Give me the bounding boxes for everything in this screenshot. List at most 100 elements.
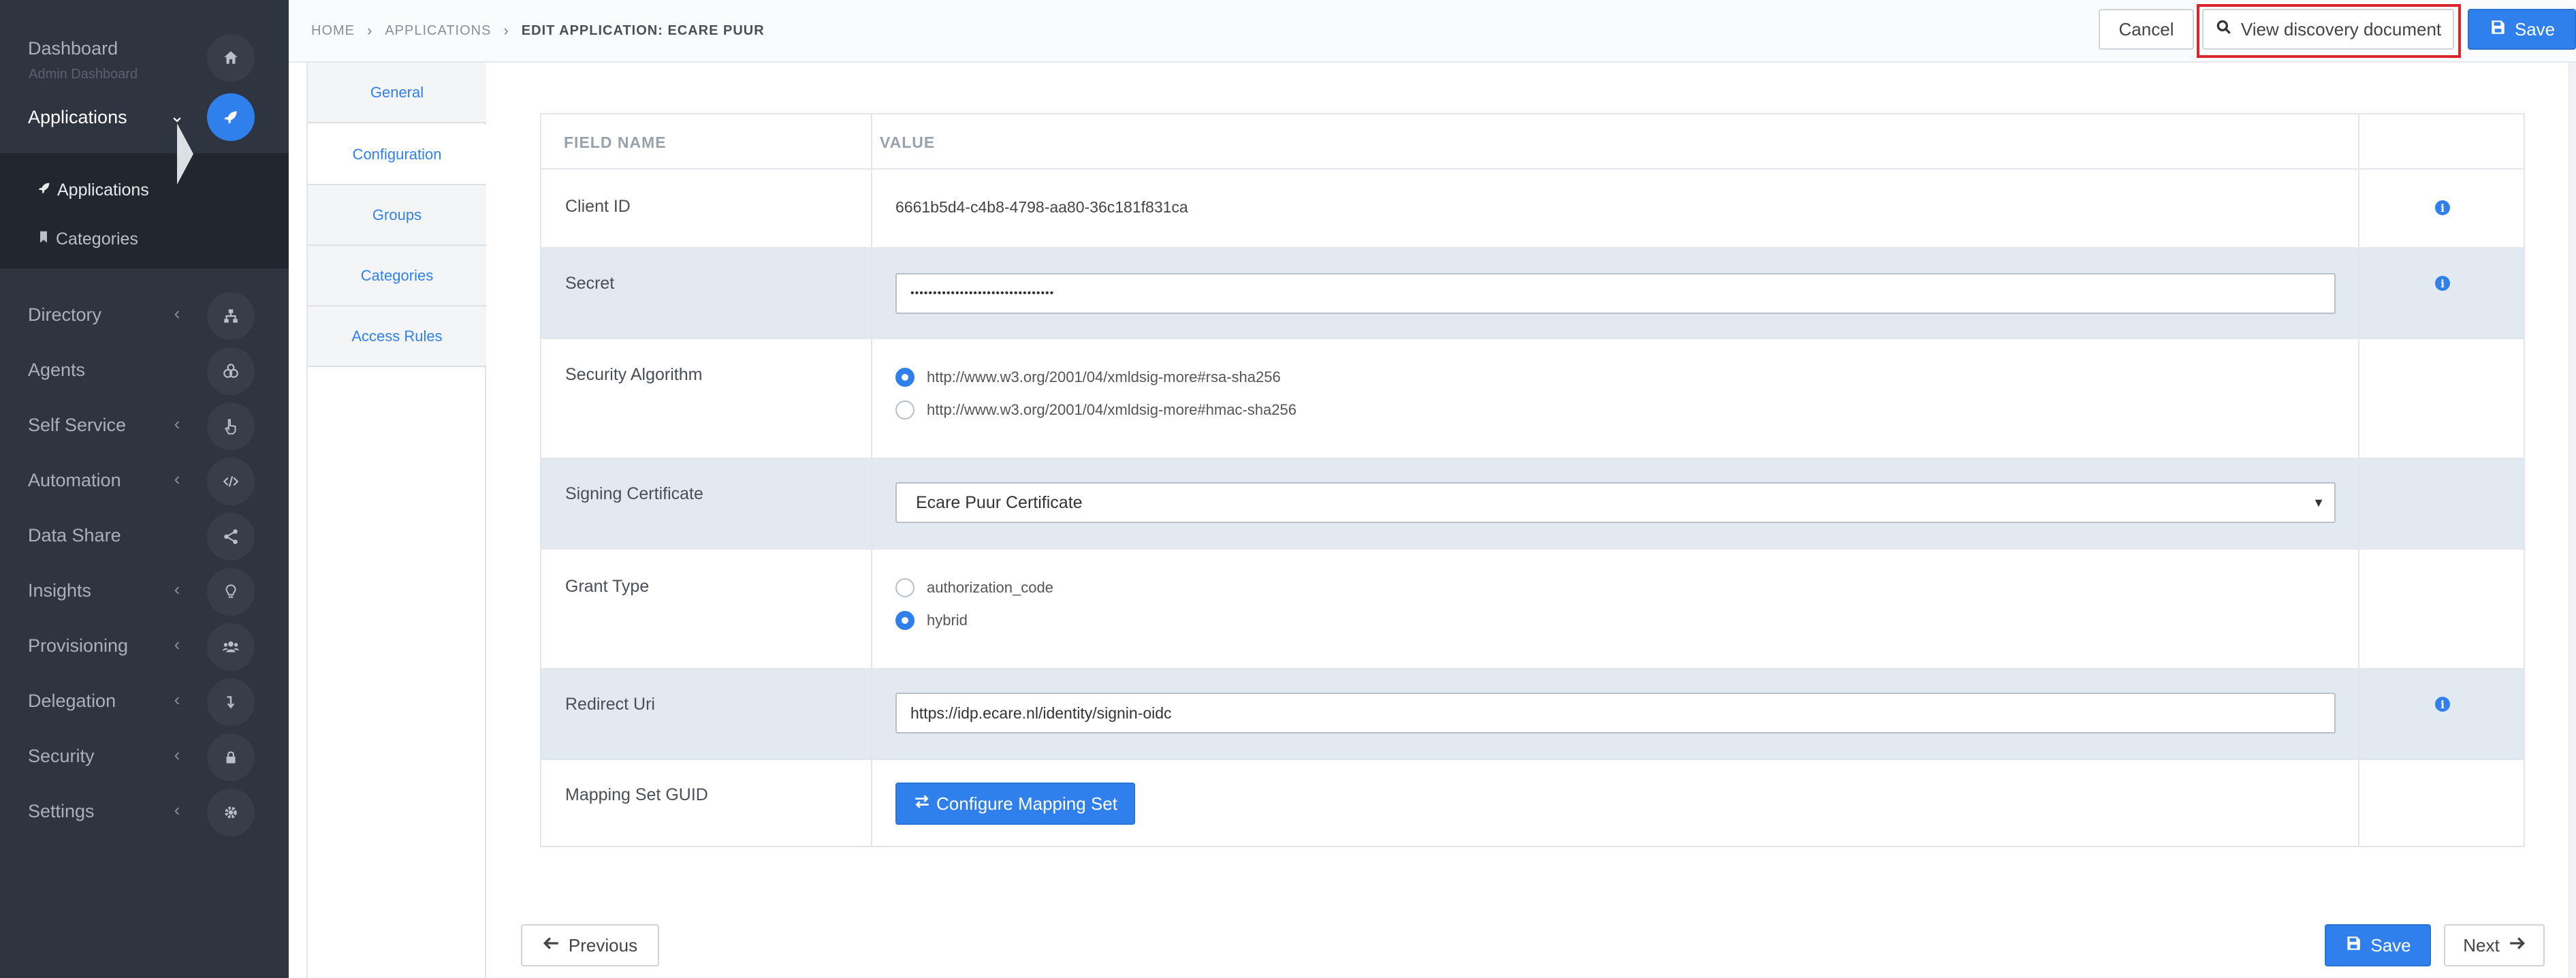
configure-mapping-set-button[interactable]: Configure Mapping Set: [895, 783, 1135, 825]
radio-button[interactable]: [895, 400, 915, 420]
field-name-mapping-set-guid: Mapping Set GUID: [565, 785, 708, 804]
chevron-left-icon: ‹: [174, 413, 180, 434]
save-icon: [2489, 18, 2507, 41]
tab-label: Configuration: [352, 145, 442, 163]
arrow-right-icon: [2508, 934, 2526, 957]
chevron-left-icon: ‹: [174, 303, 180, 324]
sidebar-item-security[interactable]: Security ‹: [0, 734, 289, 781]
submenu-item-label: Categories: [56, 230, 138, 249]
users-icon: [207, 623, 255, 671]
chevron-right-icon: ›: [503, 22, 509, 39]
view-discovery-document-button[interactable]: View discovery document: [2202, 9, 2454, 50]
tab-groups[interactable]: Groups: [308, 185, 486, 246]
breadcrumb-applications[interactable]: APPLICATIONS: [385, 23, 491, 39]
tab-categories[interactable]: Categories: [308, 246, 486, 306]
sidebar-item-label: Applications: [28, 107, 127, 127]
chevron-left-icon: ‹: [174, 579, 180, 599]
table-row-mapping-set: Mapping Set GUID Configure Mapping Set: [541, 760, 2524, 846]
table-header-row: FIELD NAME VALUE: [541, 114, 2524, 170]
chevron-left-icon: ‹: [174, 744, 180, 765]
sidebar-item-self-service[interactable]: Self Service ‹: [0, 403, 289, 450]
sidebar-item-delegation[interactable]: Delegation ‹: [0, 678, 289, 726]
radio-option-hmac-sha256[interactable]: http://www.w3.org/2001/04/xmldsig-more#h…: [895, 400, 1297, 420]
scrollbar-track[interactable]: [2569, 63, 2576, 978]
arrow-left-icon: [543, 934, 560, 957]
sidebar-item-dashboard[interactable]: Dashboard Admin Dashboard: [0, 34, 289, 82]
sidebar-item-label: Dashboard: [28, 38, 118, 59]
column-header-field-name: FIELD NAME: [564, 133, 667, 151]
table-row-client-id: Client ID 6661b5d4-c4b8-4798-aa80-36c181…: [541, 170, 2524, 249]
breadcrumb-home[interactable]: HOME: [311, 23, 355, 39]
secret-input-value: ••••••••••••••••••••••••••••••••: [910, 287, 1055, 299]
submenu-item-label: Applications: [57, 180, 149, 200]
field-name-security-algorithm: Security Algorithm: [565, 365, 703, 384]
tab-configuration[interactable]: Configuration: [308, 125, 486, 185]
info-icon[interactable]: i: [2435, 697, 2450, 712]
sidebar-item-data-share[interactable]: Data Share: [0, 513, 289, 561]
info-icon[interactable]: i: [2435, 276, 2450, 291]
column-divider: [871, 114, 872, 846]
sidebar-submenu: Applications Categories: [0, 153, 289, 268]
radio-label: http://www.w3.org/2001/04/xmldsig-more#h…: [927, 401, 1297, 418]
field-name-redirect-uri: Redirect Uri: [565, 695, 655, 714]
breadcrumb: HOME › APPLICATIONS › EDIT APPLICATION: …: [311, 22, 765, 40]
sidebar-item-label: Delegation: [28, 691, 116, 711]
tab-label: Categories: [360, 266, 434, 284]
breadcrumb-current: EDIT APPLICATION: ECARE PUUR: [521, 22, 765, 38]
save-button-label: Save: [2514, 18, 2556, 40]
tab-label: Groups: [372, 206, 422, 223]
sidebar-item-insights[interactable]: Insights ‹: [0, 568, 289, 616]
radio-button-checked[interactable]: [895, 611, 915, 630]
sidebar-item-provisioning[interactable]: Provisioning ‹: [0, 623, 289, 671]
radio-option-authorization-code[interactable]: authorization_code: [895, 578, 1053, 597]
radio-option-hybrid[interactable]: hybrid: [895, 611, 968, 630]
configure-mapping-set-label: Configure Mapping Set: [936, 793, 1117, 814]
footer-save-button[interactable]: Save: [2325, 924, 2431, 966]
caret-down-icon: ▼: [2312, 496, 2325, 509]
sidebar-item-directory[interactable]: Directory ‹: [0, 292, 289, 340]
sidebar-item-agents[interactable]: Agents: [0, 347, 289, 395]
sidebar-item-applications[interactable]: Applications ⌄: [0, 93, 289, 141]
sidebar-item-settings[interactable]: Settings ‹: [0, 789, 289, 836]
radio-button[interactable]: [895, 578, 915, 597]
lightbulb-icon: [207, 568, 255, 616]
table-row-signing-certificate: Signing Certificate Ecare Puur Certifica…: [541, 459, 2524, 550]
level-down-icon: [207, 678, 255, 726]
radio-option-rsa-sha256[interactable]: http://www.w3.org/2001/04/xmldsig-more#r…: [895, 368, 1281, 387]
field-name-secret: Secret: [565, 274, 615, 293]
hand-pointer-icon: [207, 403, 255, 450]
active-tab-pointer-inner: [485, 126, 500, 185]
exchange-icon: [913, 793, 931, 815]
tab-label: General: [370, 83, 424, 101]
view-discovery-document-label: View discovery document: [2240, 18, 2442, 40]
save-button[interactable]: Save: [2468, 9, 2576, 50]
next-button[interactable]: Next: [2444, 924, 2545, 966]
sidebar-item-sublabel: Admin Dashboard: [29, 67, 138, 82]
bookmark-icon: [37, 230, 50, 249]
next-button-label: Next: [2463, 934, 2500, 956]
sidebar: Dashboard Admin Dashboard Applications ⌄…: [0, 0, 289, 978]
rocket-icon: [207, 93, 255, 141]
client-id-value: 6661b5d4-c4b8-4798-aa80-36c181f831ca: [895, 198, 1188, 216]
previous-button[interactable]: Previous: [521, 924, 659, 966]
sidebar-item-label: Automation: [28, 470, 121, 490]
secret-input[interactable]: ••••••••••••••••••••••••••••••••: [895, 273, 2336, 314]
tab-general[interactable]: General: [308, 63, 486, 123]
sidebar-item-automation[interactable]: Automation ‹: [0, 458, 289, 505]
chevron-left-icon: ‹: [174, 469, 180, 489]
signing-certificate-select[interactable]: Ecare Puur Certificate ▼: [895, 482, 2336, 523]
cancel-button[interactable]: Cancel: [2099, 9, 2194, 50]
chevron-left-icon: ‹: [174, 634, 180, 654]
table-row-redirect-uri: Redirect Uri https://idp.ecare.nl/identi…: [541, 669, 2524, 760]
rocket-icon: [37, 180, 52, 200]
submenu-item-categories[interactable]: Categories: [37, 230, 138, 249]
code-icon: [207, 458, 255, 505]
cancel-button-label: Cancel: [2118, 18, 2174, 40]
tab-access-rules[interactable]: Access Rules: [308, 306, 486, 367]
info-icon[interactable]: i: [2435, 200, 2450, 215]
table-row-security-algorithm: Security Algorithm http://www.w3.org/200…: [541, 339, 2524, 459]
radio-button-checked[interactable]: [895, 368, 915, 387]
redirect-uri-input[interactable]: https://idp.ecare.nl/identity/signin-oid…: [895, 693, 2336, 734]
agents-icon: [207, 347, 255, 395]
submenu-item-applications[interactable]: Applications: [37, 180, 149, 200]
